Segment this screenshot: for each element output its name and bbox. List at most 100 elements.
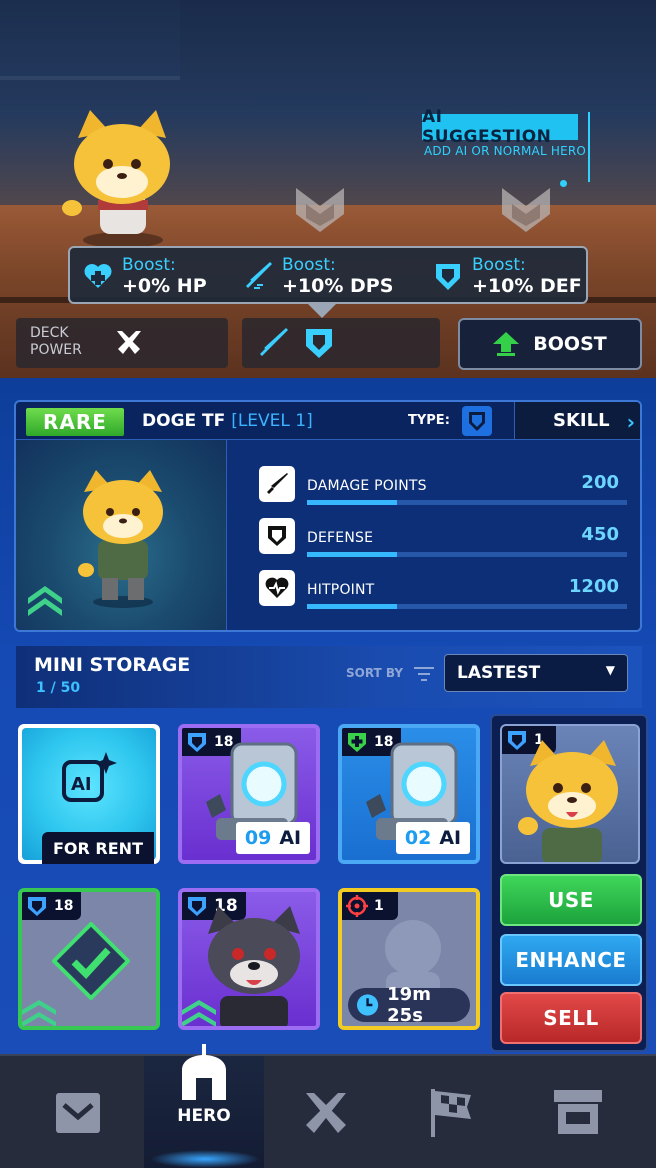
stat-name: DEFENSE: [307, 530, 374, 546]
ai-suggestion-subtitle: ADD AI OR NORMAL HERO: [423, 144, 587, 158]
svg-text:AI: AI: [71, 774, 92, 795]
boost-hp: Boost: +0% HP: [82, 254, 207, 298]
boost-button[interactable]: BOOST: [458, 318, 642, 370]
panel-pointer: [308, 304, 336, 318]
boost-value: +0% HP: [122, 275, 207, 297]
crossed-swords-icon: [117, 331, 141, 354]
boost-value: +10% DPS: [282, 275, 394, 297]
for-rent-label: FOR RENT: [42, 832, 154, 864]
stat-value: 450: [581, 524, 619, 545]
skill-button[interactable]: SKILL ›: [514, 402, 640, 440]
callout-dot: [560, 180, 567, 187]
sort-dropdown[interactable]: LASTEST ▼: [444, 654, 628, 692]
nav-item-shop[interactable]: [518, 1056, 638, 1168]
ai-text: AI: [439, 827, 462, 849]
stat-defense: DEFENSE 450: [259, 518, 627, 558]
selected-hero-card[interactable]: 1: [500, 724, 640, 864]
enhance-button[interactable]: ENHANCE: [500, 934, 642, 986]
hero-card-robot-09[interactable]: 18 09 AI: [178, 724, 320, 864]
deck-power-bar: DECK POWER: [16, 318, 228, 368]
use-button[interactable]: USE: [500, 874, 642, 926]
rank-chevron-icon: [182, 1000, 216, 1026]
stat-value: 200: [581, 472, 619, 493]
ai-number: 09: [244, 827, 272, 849]
down-chevron-icon: [56, 1093, 100, 1133]
hero-card-wolf[interactable]: 18: [178, 888, 320, 1030]
empty-slot-emblem[interactable]: [292, 184, 348, 234]
hero-scene: AI SUGGESTION ADD AI OR NORMAL HERO Boos…: [0, 0, 656, 380]
skill-button-label: SKILL: [553, 409, 610, 431]
stat-bar: [307, 552, 627, 557]
boost-def: Boost: +10% DEF: [432, 254, 582, 298]
hero-card-in-deck[interactable]: 18: [18, 888, 160, 1030]
boost-dps: Boost: +10% DPS: [242, 254, 393, 298]
storage-title: MINI STORAGE: [34, 654, 191, 676]
sort-by-label: SORT BY: [346, 666, 404, 680]
sell-button[interactable]: SELL: [500, 992, 642, 1044]
fox-hero-figure: [518, 740, 618, 862]
heart-plus-icon: [84, 264, 112, 288]
hero-level: [LEVEL 1]: [231, 411, 313, 431]
crossed-swords-icon: [306, 1093, 346, 1133]
nav-item-battle[interactable]: [266, 1056, 386, 1168]
rank-chevron-icon: [22, 1000, 56, 1026]
hero-portrait: [16, 440, 226, 630]
ai-suggestion-callout[interactable]: AI SUGGESTION ADD AI OR NORMAL HERO: [418, 107, 596, 192]
type-label: TYPE:: [408, 413, 450, 428]
filter-icon: [414, 667, 434, 681]
stat-value: 1200: [568, 576, 619, 597]
shield-icon: [259, 518, 295, 554]
stat-bar: [307, 604, 627, 609]
hero-fox-figure[interactable]: [58, 108, 188, 248]
helmet-icon: [182, 1044, 226, 1100]
active-tab-glow: [150, 1150, 260, 1168]
arrow-up-icon: [493, 332, 520, 356]
boost-summary-panel: Boost: +0% HP Boost: +10% DPS Boost: +10…: [68, 246, 588, 318]
nav-item-inbox[interactable]: [18, 1056, 138, 1168]
nav-hero-label: HERO: [177, 1106, 231, 1126]
boost-label: Boost:: [282, 255, 336, 275]
clock-icon: [356, 994, 379, 1016]
deck-power-label: DECK POWER: [30, 325, 82, 358]
shield-icon: [306, 329, 332, 358]
store-icon: [554, 1090, 602, 1134]
chevron-right-icon: ›: [626, 410, 635, 434]
ai-number-label: 09 AI: [236, 822, 310, 854]
hero-stats: DAMAGE POINTS 200 DEFENSE 450 HITPOINT 1…: [226, 440, 640, 630]
shield-icon: [28, 897, 46, 916]
stat-bar: [307, 500, 627, 505]
boost-label: Boost:: [122, 255, 176, 275]
ai-suggestion-title: AI SUGGESTION: [422, 107, 578, 147]
bottom-nav: HERO: [0, 1044, 656, 1168]
ai-sparkle-icon: AI: [62, 752, 117, 802]
for-rent-card[interactable]: AI FOR RENT: [18, 724, 160, 864]
hero-fox-portrait: [78, 470, 163, 608]
shield-icon: [462, 406, 492, 436]
ai-number: 02: [404, 827, 432, 849]
flags-icon: [431, 1089, 471, 1137]
level-badge: 18: [22, 892, 82, 920]
selected-hero-action-panel: 1 USE ENHANCE SELL: [490, 714, 648, 1052]
ai-text: AI: [279, 827, 302, 849]
stat-name: HITPOINT: [307, 582, 375, 598]
nav-item-missions[interactable]: [392, 1056, 512, 1168]
storage-count: 1 / 50: [36, 680, 81, 696]
hero-name-text: DOGE TF: [142, 411, 226, 431]
stat-hitpoint: HITPOINT 1200: [259, 570, 627, 610]
cooldown-timer-text: 19m 25s: [387, 984, 431, 1026]
sword-icon: [246, 262, 272, 289]
chevron-down-icon: ▼: [605, 663, 615, 677]
boost-button-label: BOOST: [533, 333, 607, 355]
cooldown-timer: 19m 25s: [348, 984, 470, 1026]
check-icon: [52, 922, 130, 1000]
sort-dropdown-value: LASTEST: [457, 663, 541, 683]
shield-icon: [436, 264, 460, 290]
target-icon: [346, 895, 368, 917]
rank-chevron-icon: [28, 586, 62, 616]
boost-value: +10% DEF: [472, 275, 582, 297]
stat-damage: DAMAGE POINTS 200: [259, 466, 627, 506]
hero-card-robot-02[interactable]: 18 02 AI: [338, 724, 480, 864]
ai-number-label: 02 AI: [396, 822, 470, 854]
deck-class-icons: [242, 318, 440, 368]
hero-card-cooldown[interactable]: 1 19m 25s: [338, 888, 480, 1030]
